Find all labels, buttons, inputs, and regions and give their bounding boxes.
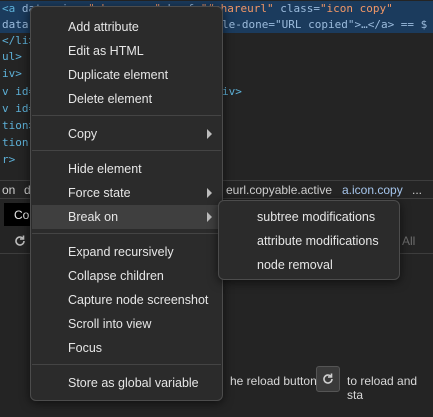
menu-item-focus[interactable]: Focus bbox=[32, 336, 221, 360]
menu-separator bbox=[32, 150, 221, 151]
context-menu: Add attribute Edit as HTML Duplicate ele… bbox=[30, 6, 223, 401]
reload-hint-text: he reload button bbox=[230, 374, 317, 388]
filter-all-label[interactable]: All bbox=[402, 234, 415, 248]
attr-tail: le-done="URL copied">…</a> == $ bbox=[222, 18, 428, 31]
code-text: r> bbox=[2, 153, 16, 166]
menu-item-delete-element[interactable]: Delete element bbox=[32, 87, 221, 111]
menu-item-edit-as-html[interactable]: Edit as HTML bbox=[32, 39, 221, 63]
menu-item-force-state[interactable]: Force state bbox=[32, 181, 221, 205]
submenu-item-node-removal[interactable]: node removal bbox=[220, 253, 398, 277]
breadcrumb-more[interactable]: ... bbox=[412, 183, 422, 197]
menu-item-scroll-into-view[interactable]: Scroll into view bbox=[32, 312, 221, 336]
menu-item-add-attribute[interactable]: Add attribute bbox=[32, 15, 221, 39]
menu-item-label: Break on bbox=[68, 210, 119, 224]
submenu-item-subtree-modifications[interactable]: subtree modifications bbox=[220, 205, 398, 229]
menu-separator bbox=[32, 364, 221, 365]
code-text: iv> bbox=[2, 67, 22, 80]
breadcrumb-item-current[interactable]: a.icon.copy bbox=[342, 183, 403, 197]
breadcrumb-item[interactable]: eurl.copyable.active bbox=[226, 183, 332, 197]
menu-item-store-as-global-variable[interactable]: Store as global variable bbox=[32, 371, 221, 395]
tag-open: <a bbox=[2, 2, 22, 15]
breadcrumb-item[interactable]: on bbox=[2, 183, 15, 197]
reload-icon[interactable] bbox=[13, 234, 27, 248]
menu-item-hide-element[interactable]: Hide element bbox=[32, 157, 221, 181]
chevron-right-icon bbox=[207, 188, 212, 198]
menu-item-duplicate-element[interactable]: Duplicate element bbox=[32, 63, 221, 87]
menu-item-label: Copy bbox=[68, 127, 98, 141]
code-text: ul> bbox=[2, 50, 22, 63]
reload-icon bbox=[323, 373, 333, 384]
submenu-item-attribute-modifications[interactable]: attribute modifications bbox=[220, 229, 398, 253]
menu-separator bbox=[32, 233, 221, 234]
menu-item-expand-recursively[interactable]: Expand recursively bbox=[32, 240, 221, 264]
attr-name: class= bbox=[273, 2, 320, 15]
code-text: iv> bbox=[222, 85, 242, 98]
menu-item-collapse-children[interactable]: Collapse children bbox=[32, 264, 221, 288]
menu-item-capture-node-screenshot[interactable]: Capture node screenshot bbox=[32, 288, 221, 312]
reload-button[interactable] bbox=[316, 366, 340, 392]
chevron-right-icon bbox=[207, 212, 212, 222]
menu-item-break-on[interactable]: Break on bbox=[32, 205, 221, 229]
break-on-submenu: subtree modifications attribute modifica… bbox=[218, 200, 400, 280]
attr-fragment: data bbox=[2, 18, 29, 31]
menu-separator bbox=[32, 115, 221, 116]
chevron-right-icon bbox=[207, 129, 212, 139]
menu-item-label: Force state bbox=[68, 186, 131, 200]
reload-hint-text-suffix: to reload and sta bbox=[347, 374, 418, 402]
attr-value: "icon copy" bbox=[319, 2, 393, 15]
menu-item-copy[interactable]: Copy bbox=[32, 122, 221, 146]
